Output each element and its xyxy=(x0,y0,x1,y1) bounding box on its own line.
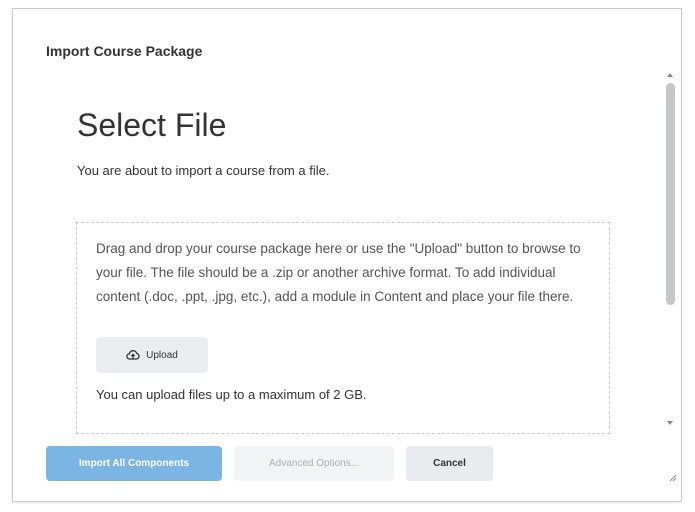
upload-limit-text: You can upload files up to a maximum of … xyxy=(96,387,367,402)
scroll-up-arrow-icon[interactable] xyxy=(667,73,673,77)
resize-grip-icon[interactable] xyxy=(667,469,677,482)
advanced-options-button[interactable]: Advanced Options... xyxy=(234,446,394,481)
upload-button-label: Upload xyxy=(146,349,178,361)
vertical-scrollbar[interactable] xyxy=(665,71,677,439)
file-dropzone[interactable]: Drag and drop your course package here o… xyxy=(76,222,610,434)
scroll-down-arrow-icon[interactable] xyxy=(667,421,673,425)
scrollbar-thumb[interactable] xyxy=(666,83,675,305)
cancel-button[interactable]: Cancel xyxy=(406,446,493,481)
cloud-upload-icon xyxy=(126,350,140,360)
upload-button[interactable]: Upload xyxy=(96,337,208,373)
import-all-components-button[interactable]: Import All Components xyxy=(46,446,222,481)
page-title: Select File xyxy=(77,107,227,143)
dialog-title: Import Course Package xyxy=(46,43,203,59)
dialog-content: Select File You are about to import a co… xyxy=(13,71,665,439)
dropzone-instructions: Drag and drop your course package here o… xyxy=(96,241,581,304)
intro-text: You are about to import a course from a … xyxy=(77,163,330,178)
import-dialog: Import Course Package Select File You ar… xyxy=(12,8,682,502)
